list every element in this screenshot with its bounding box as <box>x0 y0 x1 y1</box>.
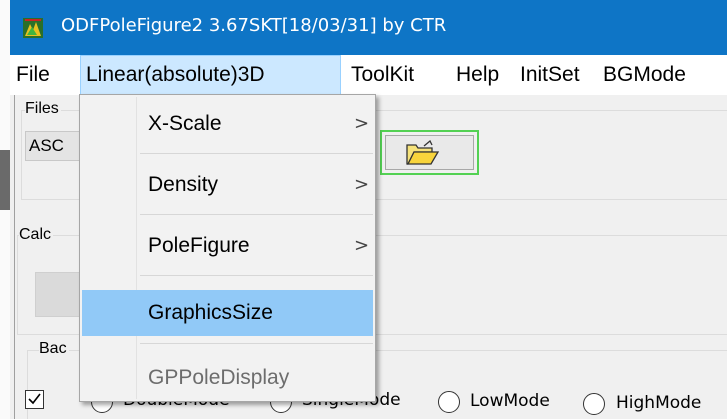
files-combo-value: ASC <box>29 136 64 155</box>
background-window-strip <box>0 150 10 210</box>
menu-item-density-label: Density <box>148 173 219 196</box>
files-combo[interactable]: ASC <box>25 131 83 161</box>
menu-item-x-scale[interactable]: X-Scale > <box>82 101 373 147</box>
menu-bar: File Linear(absolute)3D ToolKit Help Ini… <box>10 55 727 95</box>
dropdown-separator <box>140 343 373 344</box>
title-bar[interactable]: ODFPoleFigure2 3.67SKT[18/03/31] by CTR <box>10 0 727 55</box>
linear-absolute-3d-dropdown: X-Scale > Density > PoleFigure > Graphic… <box>79 94 376 402</box>
menu-item-graphicssize[interactable]: GraphicsSize <box>82 290 373 336</box>
submenu-arrow-icon: > <box>354 113 370 134</box>
menu-toolkit[interactable]: ToolKit <box>351 55 414 95</box>
low-mode-radio[interactable] <box>438 391 460 413</box>
low-mode-label: LowMode <box>470 391 550 411</box>
menu-help[interactable]: Help <box>456 55 499 95</box>
menu-item-gppoledisplay-label: GPPoleDisplay <box>148 366 290 389</box>
folder-open-icon <box>406 140 440 165</box>
background-window-edge <box>0 0 10 419</box>
menu-bgmode[interactable]: BGMode <box>603 55 686 95</box>
calc-group-label: Calc <box>19 226 54 244</box>
menu-item-x-scale-label: X-Scale <box>148 112 222 135</box>
app-logo-icon <box>23 18 43 38</box>
menu-initset[interactable]: InitSet <box>520 55 580 95</box>
menu-linear-absolute-3d[interactable]: Linear(absolute)3D <box>80 55 341 95</box>
submenu-arrow-icon: > <box>354 235 370 256</box>
menu-item-polefigure[interactable]: PoleFigure > <box>82 223 373 269</box>
menu-item-density[interactable]: Density > <box>82 162 373 208</box>
dropdown-separator <box>140 214 373 215</box>
mode-checkbox[interactable] <box>25 390 44 409</box>
open-folder-button[interactable] <box>380 130 479 175</box>
high-mode-radio[interactable] <box>583 393 605 415</box>
menu-item-polefigure-label: PoleFigure <box>148 234 250 257</box>
menu-file[interactable]: File <box>16 55 50 95</box>
checkmark-icon <box>28 393 41 405</box>
dropdown-separator <box>140 275 373 276</box>
calc-action-button[interactable] <box>35 272 85 317</box>
high-mode-label: HighMode <box>616 393 702 413</box>
submenu-arrow-icon: > <box>354 174 370 195</box>
files-group-label: Files <box>25 100 61 118</box>
background-group-label: Bac <box>39 340 69 358</box>
menu-item-gppoledisplay: GPPoleDisplay <box>82 355 373 401</box>
window-title: ODFPoleFigure2 3.67SKT[18/03/31] by CTR <box>61 15 447 36</box>
menu-item-graphicssize-label: GraphicsSize <box>148 301 273 324</box>
dropdown-separator <box>140 153 373 154</box>
